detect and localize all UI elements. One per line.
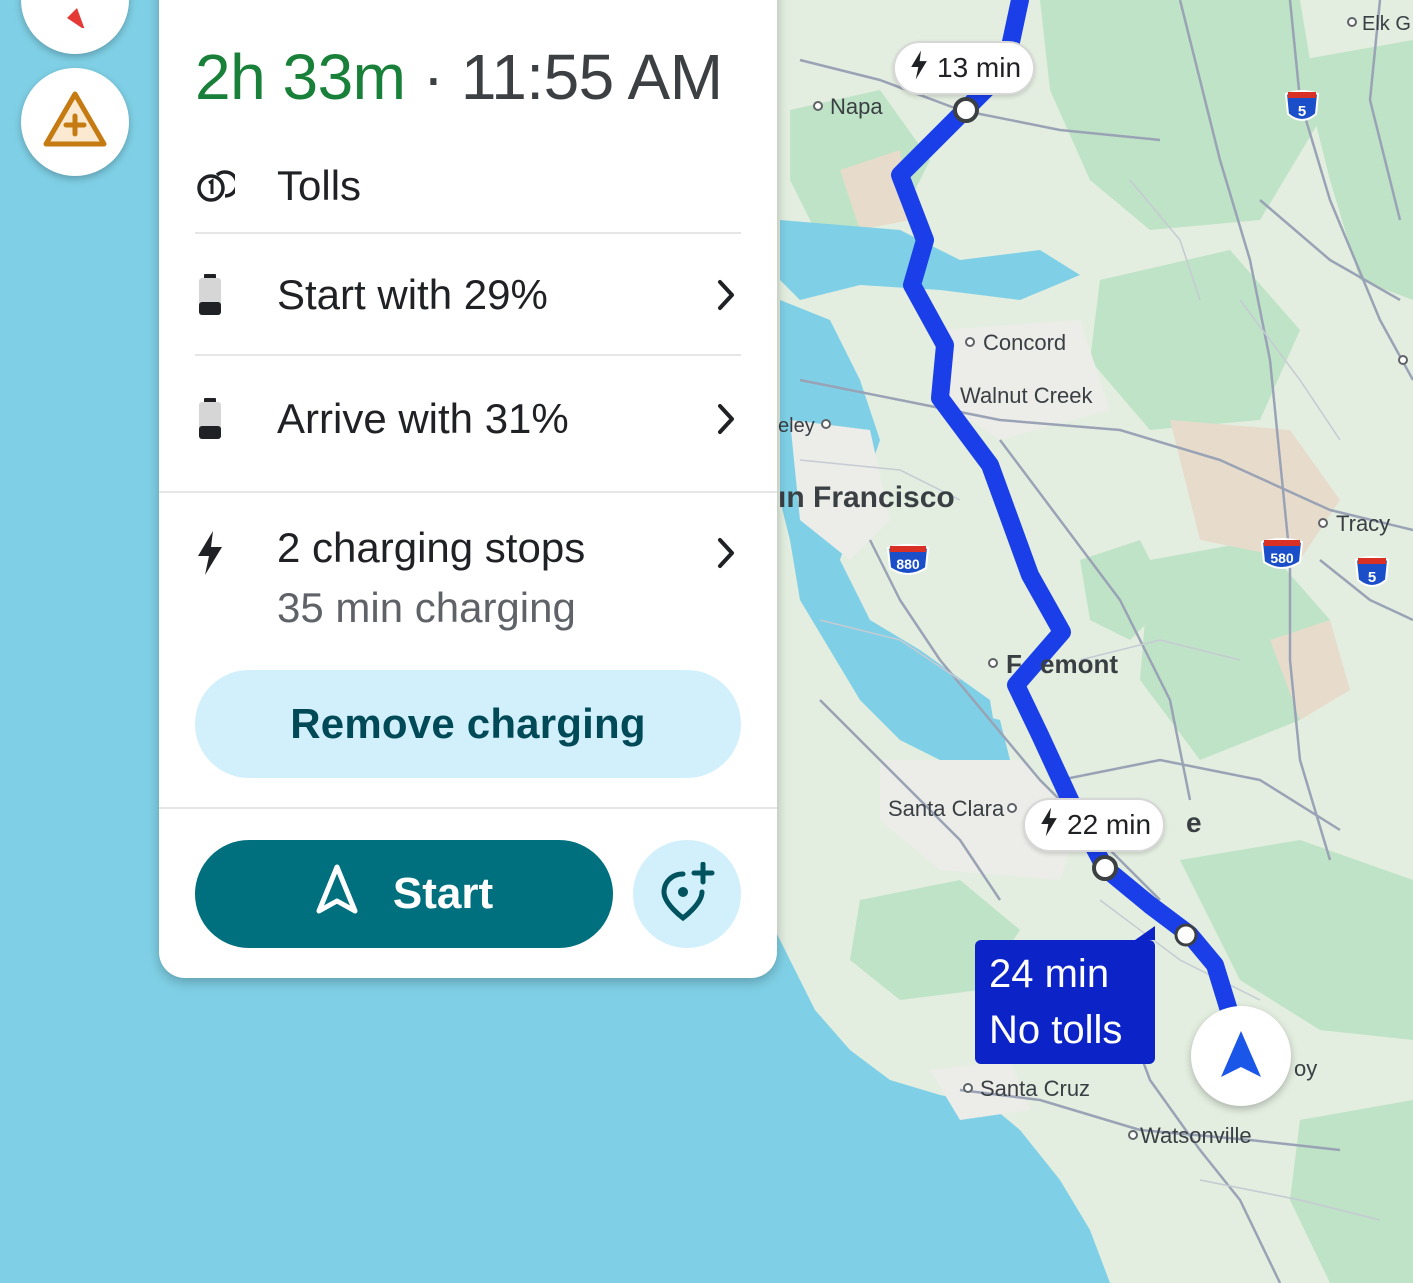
charging-stops-label: 2 charging stops xyxy=(277,524,586,571)
arrival-time: 11:55 AM xyxy=(460,41,723,113)
divider xyxy=(195,354,741,356)
start-label: Start xyxy=(392,869,494,918)
charging-time-label: 35 min charging xyxy=(277,584,576,631)
shield-number: 880 xyxy=(896,556,920,572)
chevron-right-icon xyxy=(711,278,741,312)
charge-stop-bubble[interactable]: 22 min xyxy=(1023,798,1166,852)
toll-coins-icon xyxy=(195,166,255,206)
place-label-santa-cruz: Santa Cruz xyxy=(980,1076,1090,1101)
place-label-fremont: emont xyxy=(1040,649,1118,679)
alternate-route-note: No tolls xyxy=(989,1008,1123,1052)
place-label-berkeley: eley xyxy=(778,415,815,437)
tolls-row: Tolls xyxy=(195,156,741,216)
shield-number: 580 xyxy=(1270,550,1294,566)
highway-shield: 5 xyxy=(1284,90,1320,121)
lightning-bolt-icon xyxy=(1039,807,1059,844)
battery-icon xyxy=(195,397,255,441)
report-incident-icon xyxy=(40,88,110,157)
place-label-elk: Elk G xyxy=(1362,13,1411,35)
lightning-bolt-icon xyxy=(909,50,929,87)
trip-duration: 2h 33m xyxy=(195,41,406,113)
place-label-walnut-creek: Walnut Creek xyxy=(960,383,1093,408)
arrive-battery-label: Arrive with 31% xyxy=(277,395,569,442)
shield-number: 5 xyxy=(1298,103,1306,120)
navigation-arrow-icon xyxy=(315,863,359,926)
divider xyxy=(195,232,741,234)
start-navigation-button[interactable]: Start xyxy=(195,840,613,948)
charge-stop-duration: 13 min xyxy=(937,52,1022,83)
route-card-pointer xyxy=(1135,926,1155,940)
add-stop-pin-icon xyxy=(659,861,715,927)
place-label-san-francisco: ın Francisco xyxy=(778,481,955,514)
toll-point-pin[interactable] xyxy=(1174,923,1198,947)
place-label-concord: Concord xyxy=(983,330,1066,355)
summary-separator: · xyxy=(422,41,444,113)
place-label-santa-clara: Santa Clara xyxy=(888,796,1005,821)
route-summary: 2h 33m · 11:55 AM xyxy=(195,40,723,114)
place-label-watsonville: Watsonville xyxy=(1140,1123,1252,1148)
charge-stop-duration: 22 min xyxy=(1067,809,1152,840)
add-stop-button[interactable] xyxy=(633,840,741,948)
start-battery-label: Start with 29% xyxy=(277,271,548,318)
divider xyxy=(159,491,777,493)
battery-icon xyxy=(195,273,255,317)
alternate-route-card[interactable]: 24 min No tolls xyxy=(975,926,1155,1064)
place-label-napa: Napa xyxy=(830,94,883,119)
charging-stops-text: 2 charging stops 35 min charging xyxy=(277,524,711,632)
tolls-label: Tolls xyxy=(277,162,362,209)
place-label-tracy: Tracy xyxy=(1336,511,1390,536)
chevron-right-icon xyxy=(711,402,741,436)
highway-shield: 880 xyxy=(886,544,930,575)
place-label-fremont-start: F xyxy=(1006,649,1022,679)
navigation-arrow-icon xyxy=(1217,1029,1265,1084)
highway-shield: 580 xyxy=(1260,538,1304,569)
my-location-button[interactable] xyxy=(1191,1006,1291,1106)
compass-icon xyxy=(55,0,95,33)
place-label-san-jose: e xyxy=(1186,807,1202,838)
charge-stop-bubble[interactable]: 13 min xyxy=(893,41,1036,95)
start-battery-row[interactable]: Start with 29% xyxy=(195,260,741,330)
alternate-route-time: 24 min xyxy=(989,952,1110,996)
charging-stops-row[interactable]: 2 charging stops 35 min charging xyxy=(195,524,741,632)
divider xyxy=(159,807,777,809)
highway-shield: 5 xyxy=(1354,556,1390,587)
charge-stop-pin[interactable] xyxy=(953,97,979,123)
place-label-gilroy: oy xyxy=(1294,1056,1317,1081)
route-summary-panel: 2h 33m · 11:55 AM Tolls Start with 29% A… xyxy=(159,0,777,978)
lightning-bolt-icon xyxy=(195,524,255,576)
report-incident-button[interactable] xyxy=(21,68,129,176)
arrive-battery-row[interactable]: Arrive with 31% xyxy=(195,384,741,454)
shield-number: 5 xyxy=(1368,569,1376,586)
remove-charging-button[interactable]: Remove charging xyxy=(195,670,741,778)
chevron-right-icon xyxy=(711,524,741,570)
charge-stop-pin[interactable] xyxy=(1092,855,1118,881)
